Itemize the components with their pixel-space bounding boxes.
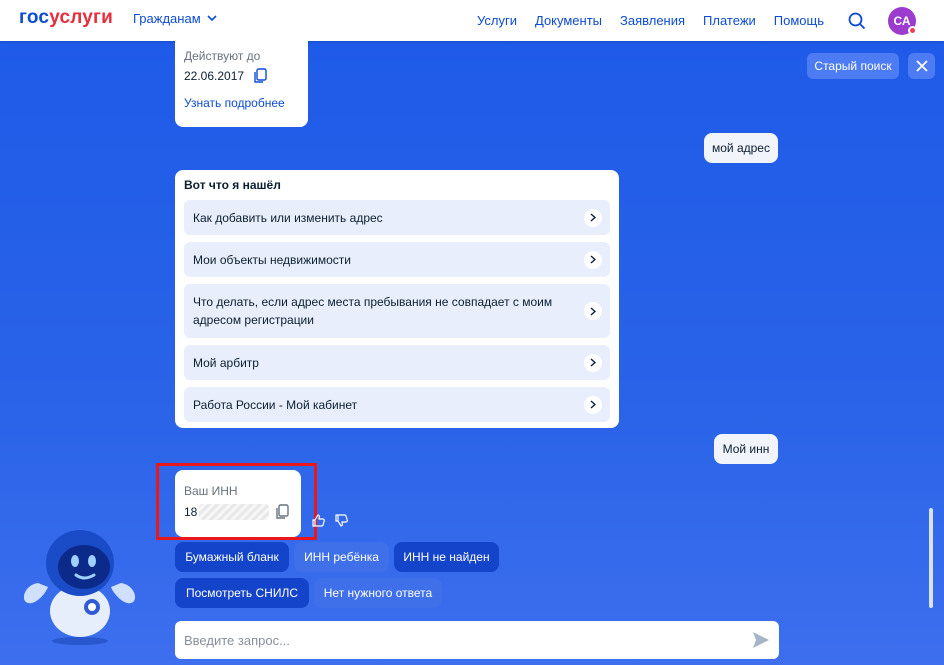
result-item-label: Работа России - Мой кабинет xyxy=(193,397,358,412)
top-header: госуслуги Гражданам Услуги Документы Зая… xyxy=(0,0,944,41)
valid-until-value: 22.06.2017 xyxy=(184,69,245,83)
result-item-label: Мой арбитр xyxy=(193,355,259,370)
result-item-work-russia[interactable]: Работа России - Мой кабинет xyxy=(184,387,610,422)
chevron-right-icon xyxy=(584,302,602,320)
chat-input-container xyxy=(175,621,779,659)
chip-paper-form[interactable]: Бумажный бланк xyxy=(175,542,289,572)
chip-view-snils[interactable]: Посмотреть СНИЛС xyxy=(175,578,309,608)
chat-input[interactable] xyxy=(184,630,724,650)
chevron-right-icon xyxy=(584,353,602,372)
user-message: Мой инн xyxy=(714,434,778,464)
scrollbar[interactable] xyxy=(929,508,933,608)
result-item-label: Что делать, если адрес места пребывания … xyxy=(193,295,553,327)
learn-more-link[interactable]: Узнать подробнее xyxy=(184,96,285,110)
old-search-button[interactable]: Старый поиск xyxy=(807,53,899,79)
search-icon[interactable] xyxy=(848,12,866,30)
main-nav: Услуги Документы Заявления Платежи Помощ… xyxy=(477,0,944,41)
thumbs-up-icon[interactable] xyxy=(311,513,326,533)
avatar-initials: СА xyxy=(893,13,911,28)
chevron-right-icon xyxy=(584,395,602,414)
gosuslugi-logo[interactable]: госуслуги xyxy=(19,7,113,29)
robot-mascot xyxy=(23,530,136,645)
audience-selector[interactable]: Гражданам xyxy=(133,11,217,26)
nav-applications[interactable]: Заявления xyxy=(620,13,685,28)
result-item-address-mismatch[interactable]: Что делать, если адрес места пребывания … xyxy=(184,284,610,338)
highlight-frame xyxy=(156,463,317,540)
document-card: Действуют до 22.06.2017 Узнать подробнее xyxy=(175,41,308,127)
chevron-right-icon xyxy=(584,208,602,227)
valid-until-label: Действуют до xyxy=(184,49,261,63)
user-avatar[interactable]: СА xyxy=(888,6,917,35)
close-chat-button[interactable] xyxy=(908,53,935,79)
logo-part-uslugi: услуги xyxy=(49,7,114,28)
result-item-label: Как добавить или изменить адрес xyxy=(193,210,383,225)
close-icon xyxy=(915,60,928,72)
chip-child-inn[interactable]: ИНН ребёнка xyxy=(294,542,389,572)
result-item-change-address[interactable]: Как добавить или изменить адрес xyxy=(184,200,610,235)
results-title: Вот что я нашёл xyxy=(184,178,281,192)
chevron-right-icon xyxy=(584,250,602,269)
search-results-card: Вот что я нашёл Как добавить или изменит… xyxy=(175,170,619,428)
result-item-label: Мои объекты недвижимости xyxy=(193,252,351,267)
nav-help[interactable]: Помощь xyxy=(774,13,824,28)
chip-inn-not-found[interactable]: ИНН не найден xyxy=(394,542,499,572)
audience-selector-label: Гражданам xyxy=(133,11,201,26)
result-item-my-arbiter[interactable]: Мой арбитр xyxy=(184,345,610,380)
send-icon[interactable] xyxy=(751,630,771,655)
nav-services[interactable]: Услуги xyxy=(477,13,517,28)
logo-part-gos: гос xyxy=(19,7,50,28)
notification-dot xyxy=(908,25,917,35)
result-item-real-estate[interactable]: Мои объекты недвижимости xyxy=(184,242,610,277)
user-message: мой адрес xyxy=(704,133,778,163)
nav-documents[interactable]: Документы xyxy=(535,13,602,28)
chip-no-answer[interactable]: Нет нужного ответа xyxy=(314,578,442,608)
copy-icon[interactable] xyxy=(253,68,268,89)
nav-payments[interactable]: Платежи xyxy=(703,13,756,28)
thumbs-down-icon[interactable] xyxy=(334,513,349,533)
chevron-down-icon xyxy=(207,15,217,22)
